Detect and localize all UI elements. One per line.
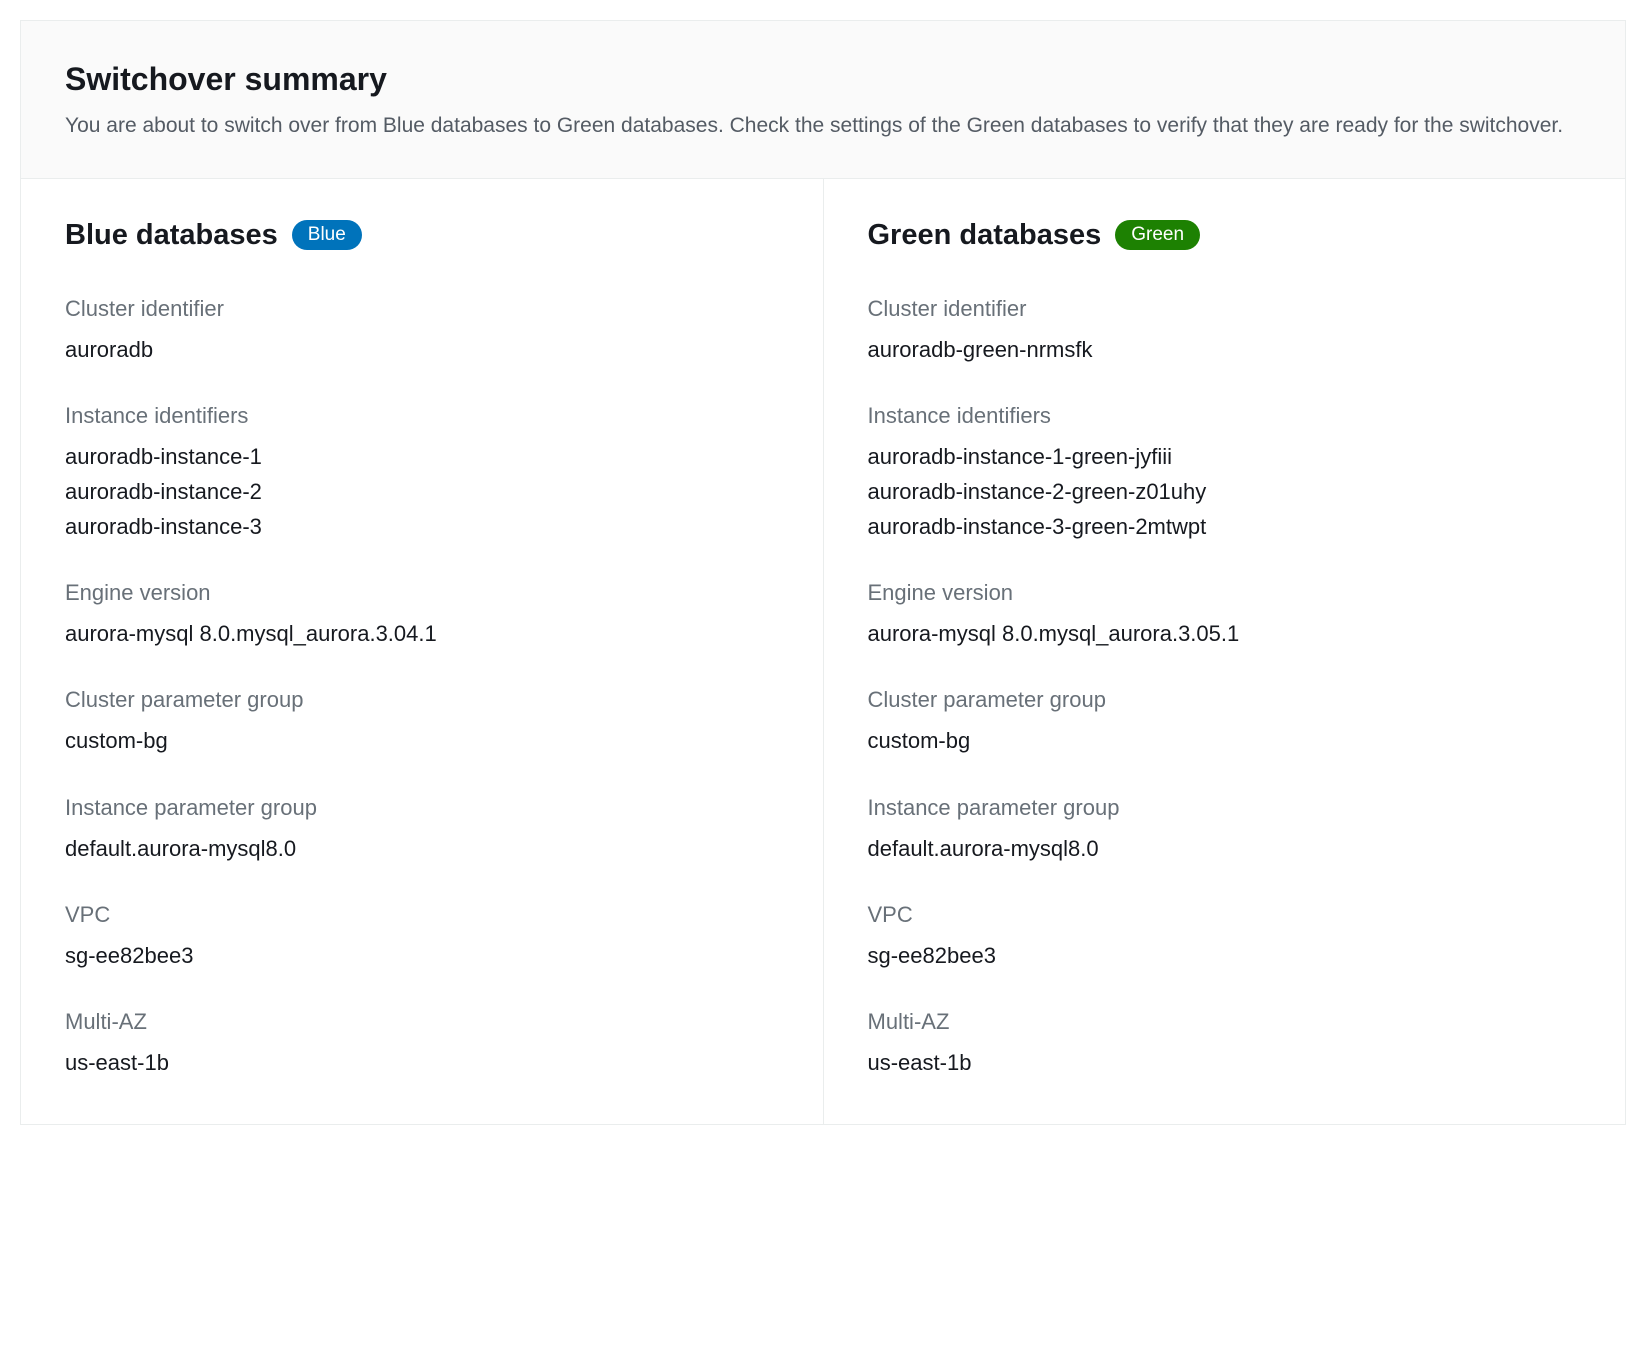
green-engine-version-value: aurora-mysql 8.0.mysql_aurora.3.05.1 [868,616,1582,651]
green-cluster-parameter-group: Cluster parameter group custom-bg [868,687,1582,758]
green-badge: Green [1115,220,1200,250]
blue-cluster-identifier-group: Cluster identifier auroradb [65,296,779,367]
cluster-parameter-group-label: Cluster parameter group [868,687,1582,713]
green-cluster-identifier-group: Cluster identifier auroradb-green-nrmsfk [868,296,1582,367]
green-cluster-identifier-value: auroradb-green-nrmsfk [868,332,1582,367]
blue-instance-value: auroradb-instance-2 [65,474,779,509]
blue-multi-az-value: us-east-1b [65,1045,779,1080]
green-engine-version-group: Engine version aurora-mysql 8.0.mysql_au… [868,580,1582,651]
green-databases-column: Green databases Green Cluster identifier… [824,179,1626,1125]
blue-vpc-value: sg-ee82bee3 [65,938,779,973]
blue-badge: Blue [292,220,362,250]
blue-databases-column: Blue databases Blue Cluster identifier a… [21,179,824,1125]
green-instance-identifiers-group: Instance identifiers auroradb-instance-1… [868,403,1582,545]
page-subtitle: You are about to switch over from Blue d… [65,110,1581,142]
cluster-parameter-group-label: Cluster parameter group [65,687,779,713]
green-instance-identifiers-value: auroradb-instance-1-green-jyfiii aurorad… [868,439,1582,545]
cluster-identifier-label: Cluster identifier [65,296,779,322]
blue-vpc-group: VPC sg-ee82bee3 [65,902,779,973]
blue-cluster-parameter-group: Cluster parameter group custom-bg [65,687,779,758]
blue-engine-version-group: Engine version aurora-mysql 8.0.mysql_au… [65,580,779,651]
cluster-identifier-label: Cluster identifier [868,296,1582,322]
blue-multi-az-group: Multi-AZ us-east-1b [65,1009,779,1080]
blue-column-title: Blue databases [65,219,278,252]
green-instance-value: auroradb-instance-3-green-2mtwpt [868,509,1582,544]
blue-instance-identifiers-value: auroradb-instance-1 auroradb-instance-2 … [65,439,779,545]
switchover-summary-panel: Switchover summary You are about to swit… [20,20,1626,1125]
green-column-title: Green databases [868,219,1102,252]
blue-instance-value: auroradb-instance-3 [65,509,779,544]
green-vpc-group: VPC sg-ee82bee3 [868,902,1582,973]
blue-instance-parameter-group: Instance parameter group default.aurora-… [65,795,779,866]
green-instance-value: auroradb-instance-2-green-z01uhy [868,474,1582,509]
green-multi-az-value: us-east-1b [868,1045,1582,1080]
engine-version-label: Engine version [868,580,1582,606]
blue-cluster-identifier-value: auroradb [65,332,779,367]
blue-engine-version-value: aurora-mysql 8.0.mysql_aurora.3.04.1 [65,616,779,651]
vpc-label: VPC [65,902,779,928]
green-instance-value: auroradb-instance-1-green-jyfiii [868,439,1582,474]
green-cluster-parameter-value: custom-bg [868,723,1582,758]
engine-version-label: Engine version [65,580,779,606]
instance-identifiers-label: Instance identifiers [65,403,779,429]
page-title: Switchover summary [65,61,1581,98]
instance-identifiers-label: Instance identifiers [868,403,1582,429]
vpc-label: VPC [868,902,1582,928]
comparison-columns: Blue databases Blue Cluster identifier a… [21,179,1625,1125]
blue-cluster-parameter-value: custom-bg [65,723,779,758]
green-column-header: Green databases Green [868,219,1582,252]
blue-instance-parameter-value: default.aurora-mysql8.0 [65,831,779,866]
green-vpc-value: sg-ee82bee3 [868,938,1582,973]
green-multi-az-group: Multi-AZ us-east-1b [868,1009,1582,1080]
header-section: Switchover summary You are about to swit… [21,21,1625,179]
blue-instance-identifiers-group: Instance identifiers auroradb-instance-1… [65,403,779,545]
blue-instance-value: auroradb-instance-1 [65,439,779,474]
instance-parameter-group-label: Instance parameter group [65,795,779,821]
multi-az-label: Multi-AZ [65,1009,779,1035]
green-instance-parameter-value: default.aurora-mysql8.0 [868,831,1582,866]
instance-parameter-group-label: Instance parameter group [868,795,1582,821]
blue-column-header: Blue databases Blue [65,219,779,252]
multi-az-label: Multi-AZ [868,1009,1582,1035]
green-instance-parameter-group: Instance parameter group default.aurora-… [868,795,1582,866]
